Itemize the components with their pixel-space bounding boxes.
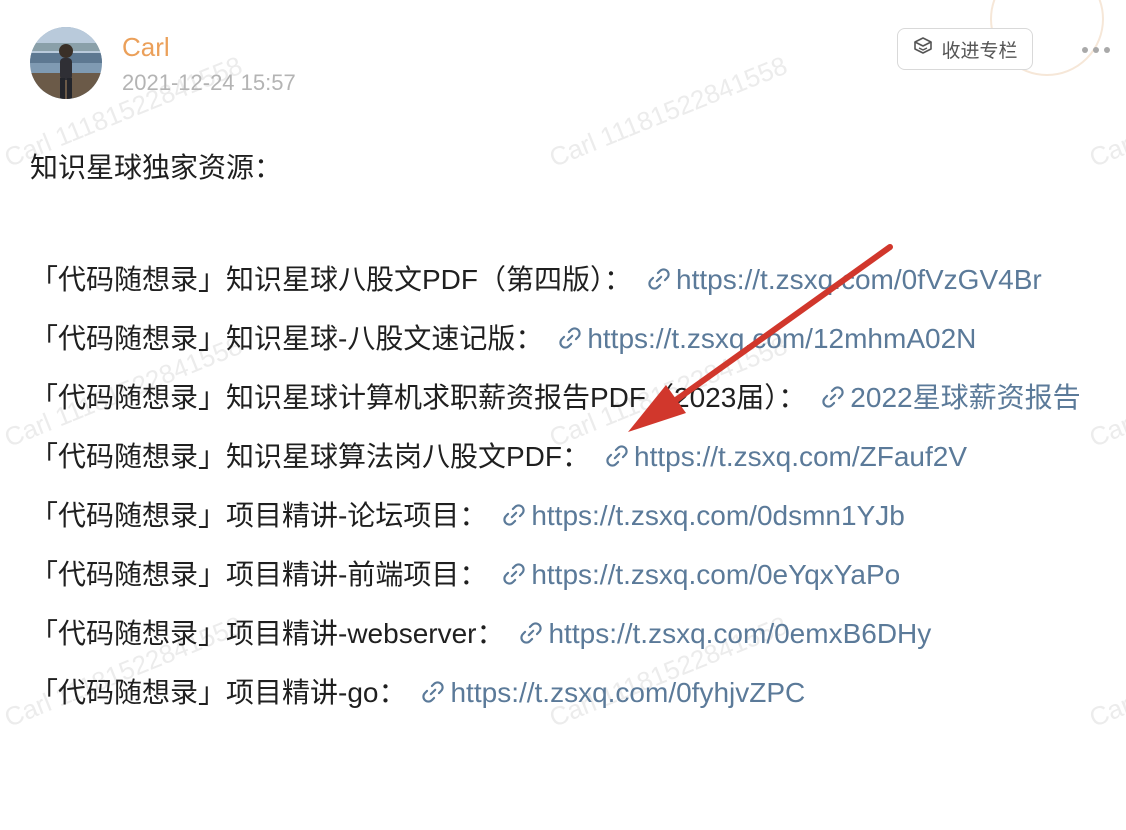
resource-link[interactable]: https://t.zsxq.com/12mhmA02N <box>543 323 976 354</box>
link-icon <box>420 668 446 724</box>
resource-item: 「代码随想录」项目精讲-论坛项目： https://t.zsxq.com/0dsm… <box>30 488 1100 547</box>
more-dots-icon <box>1082 47 1088 53</box>
resource-link-text[interactable]: https://t.zsxq.com/0fyhjvZPC <box>450 677 805 708</box>
more-dots-icon <box>1093 47 1099 53</box>
link-icon <box>557 314 583 370</box>
post-content: 知识星球独家资源： 「代码随想录」知识星球八股文PDF（第四版）： https:/… <box>30 140 1100 724</box>
resource-title: 「代码随想录」项目精讲-go： <box>30 677 407 708</box>
resource-item: 「代码随想录」知识星球算法岗八股文PDF： https://t.zsxq.com/… <box>30 429 1100 488</box>
resource-title: 「代码随想录」项目精讲-论坛项目： <box>30 500 488 531</box>
post-timestamp: 2021-12-24 15:57 <box>122 70 296 95</box>
post-intro: 知识星球独家资源： <box>30 152 283 183</box>
author-name[interactable]: Carl <box>122 32 170 63</box>
link-icon <box>518 609 544 665</box>
resource-title: 「代码随想录」知识星球八股文PDF（第四版）： <box>30 264 633 295</box>
resource-link[interactable]: https://t.zsxq.com/0eYqxYaPo <box>487 559 900 590</box>
link-icon <box>646 255 672 311</box>
resource-link-text[interactable]: https://t.zsxq.com/12mhmA02N <box>587 323 976 354</box>
resource-item: 「代码随想录」项目精讲-webserver： https://t.zsxq.com… <box>30 606 1100 665</box>
resource-item: 「代码随想录」项目精讲-go： https://t.zsxq.com/0fyhjv… <box>30 665 1100 724</box>
resource-link[interactable]: https://t.zsxq.com/ZFauf2V <box>590 441 967 472</box>
resource-link-text[interactable]: https://t.zsxq.com/0emxB6DHy <box>548 618 931 649</box>
more-dots-icon <box>1104 47 1110 53</box>
more-options-button[interactable] <box>1076 32 1116 68</box>
resource-title: 「代码随想录」知识星球计算机求职薪资报告PDF（2023届）： <box>30 382 807 413</box>
add-to-column-label: 收进专栏 <box>941 40 1018 62</box>
box-bookmark-icon <box>912 36 934 62</box>
resource-title: 「代码随想录」项目精讲-前端项目： <box>30 559 488 590</box>
link-icon <box>501 491 527 547</box>
resource-title: 「代码随想录」知识星球-八股文速记版： <box>30 323 544 354</box>
resource-item: 「代码随想录」知识星球八股文PDF（第四版）： https://t.zsxq.co… <box>30 252 1100 311</box>
resource-link-text[interactable]: 2022星球薪资报告 <box>850 382 1080 413</box>
resource-item: 「代码随想录」知识星球-八股文速记版： https://t.zsxq.com/12… <box>30 311 1100 370</box>
resource-link-text[interactable]: https://t.zsxq.com/0eYqxYaPo <box>531 559 900 590</box>
link-icon <box>501 550 527 606</box>
resource-link[interactable]: 2022星球薪资报告 <box>806 382 1081 413</box>
resource-title: 「代码随想录」知识星球算法岗八股文PDF： <box>30 441 591 472</box>
resource-link[interactable]: https://t.zsxq.com/0emxB6DHy <box>504 618 931 649</box>
resource-link[interactable]: https://t.zsxq.com/0dsmn1YJb <box>487 500 905 531</box>
resource-link[interactable]: https://t.zsxq.com/0fVzGV4Br <box>632 264 1042 295</box>
resource-link[interactable]: https://t.zsxq.com/0fyhjvZPC <box>406 677 805 708</box>
resource-title: 「代码随想录」项目精讲-webserver： <box>30 618 505 649</box>
resource-item: 「代码随想录」知识星球计算机求职薪资报告PDF（2023届）： 2022星球薪资报… <box>30 370 1100 429</box>
link-icon <box>604 432 630 488</box>
resource-item: 「代码随想录」项目精讲-前端项目： https://t.zsxq.com/0eYq… <box>30 547 1100 606</box>
resource-link-text[interactable]: https://t.zsxq.com/0dsmn1YJb <box>531 500 905 531</box>
resource-link-text[interactable]: https://t.zsxq.com/ZFauf2V <box>634 441 967 472</box>
link-icon <box>820 373 846 429</box>
resource-link-text[interactable]: https://t.zsxq.com/0fVzGV4Br <box>676 264 1042 295</box>
avatar[interactable] <box>30 27 102 99</box>
add-to-column-button[interactable]: 收进专栏 <box>897 28 1033 70</box>
